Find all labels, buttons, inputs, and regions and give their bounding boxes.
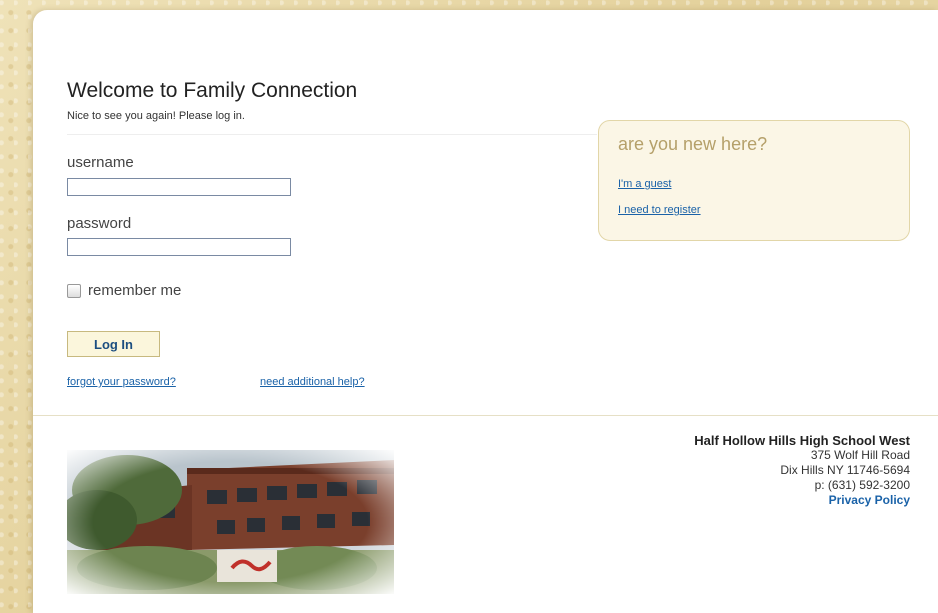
remember-me-label: remember me	[88, 282, 182, 299]
guest-link[interactable]: I'm a guest	[618, 178, 671, 190]
page-title: Welcome to Family Connection	[67, 79, 358, 102]
password-input[interactable]	[67, 238, 291, 256]
remember-me-row[interactable]: remember me	[67, 282, 181, 299]
forgot-password-link[interactable]: forgot your password?	[67, 376, 176, 388]
page-subtitle: Nice to see you again! Please log in.	[67, 110, 245, 122]
school-phone: p: (631) 592-3200	[814, 478, 910, 492]
divider	[67, 134, 597, 135]
school-address-line2: Dix Hills NY 11746-5694	[780, 463, 910, 477]
login-card: Welcome to Family Connection Nice to see…	[33, 10, 938, 613]
privacy-policy-link[interactable]: Privacy Policy	[694, 493, 910, 508]
username-label: username	[67, 154, 134, 171]
school-photo-image	[67, 450, 394, 594]
school-info: Half Hollow Hills High School West 375 W…	[694, 433, 910, 508]
additional-help-link[interactable]: need additional help?	[260, 376, 365, 388]
new-user-title: are you new here?	[618, 134, 768, 154]
login-button[interactable]: Log In	[67, 331, 160, 357]
password-label: password	[67, 215, 132, 232]
footer-divider	[33, 415, 938, 416]
school-name: Half Hollow Hills High School West	[694, 433, 910, 448]
remember-me-checkbox[interactable]	[67, 283, 81, 298]
username-input[interactable]	[67, 178, 291, 196]
school-building-photo	[67, 450, 394, 594]
register-link[interactable]: I need to register	[618, 204, 701, 216]
new-user-panel: are you new here? I'm a guest I need to …	[598, 120, 910, 241]
school-address-line1: 375 Wolf Hill Road	[810, 448, 910, 462]
